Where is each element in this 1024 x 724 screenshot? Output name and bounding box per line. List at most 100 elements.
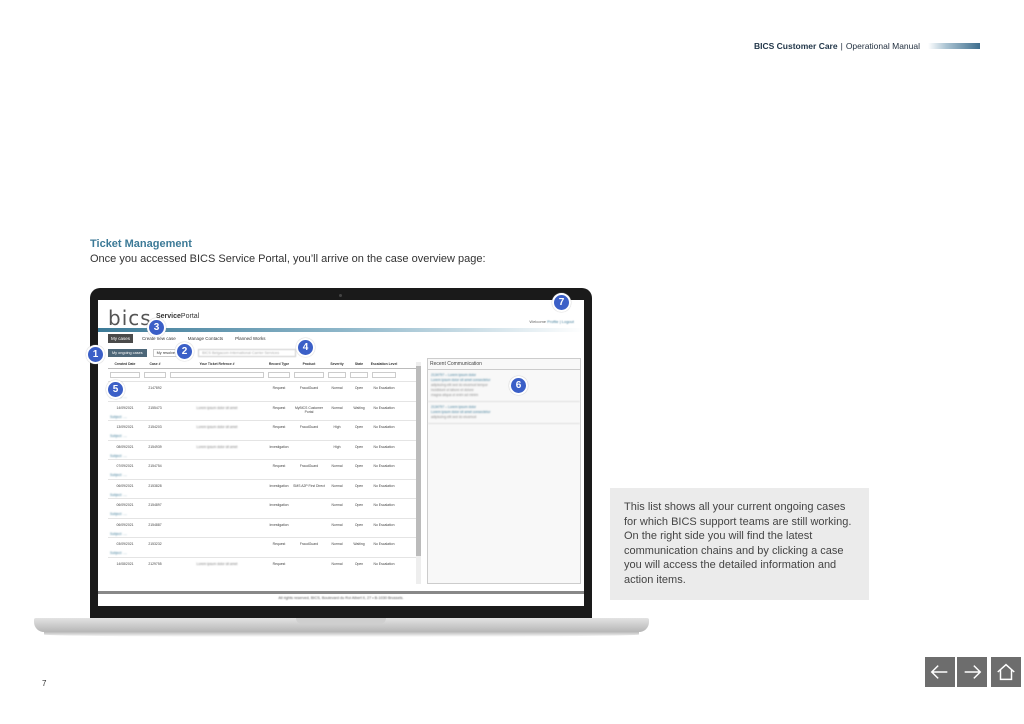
col-case-number[interactable]: Case #	[142, 362, 168, 366]
filter-input[interactable]	[372, 372, 396, 378]
cell-sev: Normal	[331, 542, 343, 546]
nav-planned-works[interactable]: Planned Works	[232, 334, 268, 343]
table-row[interactable]: 03/09/2021 2153232 Request FraudGuard Normal…	[108, 537, 418, 557]
nav-my-cases[interactable]: My cases	[108, 334, 134, 343]
recent-item[interactable]: 2134797 – Lorem ipsum dolor Lorem ipsum d…	[428, 370, 580, 402]
cell-esc: No Escalation	[373, 386, 395, 390]
cell-type: Request	[272, 425, 286, 429]
table-row[interactable]: 08/09/2021 2154939 Lorem ipsum dolor sit a…	[108, 439, 418, 460]
nav-manage-contacts[interactable]: Manage Contacts	[185, 334, 226, 343]
cell-state: Open	[354, 425, 364, 429]
camera-dot	[339, 294, 342, 297]
filter-input[interactable]	[328, 372, 346, 378]
service-portal-label: ServicePortal	[156, 313, 199, 320]
col-state[interactable]: State	[348, 362, 370, 366]
row-subject-link[interactable]: Subject: ....	[110, 415, 127, 419]
cell-type: Investigation	[269, 522, 289, 527]
bics-logo: bics	[108, 306, 152, 330]
cell-esc: No Escalation	[373, 444, 395, 449]
cell-type: Request	[272, 405, 286, 410]
account-select[interactable]: BICS Belgacom International Carrier Serv…	[198, 349, 297, 357]
col-ticket-ref[interactable]: Your Ticket Refence #	[168, 362, 266, 366]
cell-type: Request	[272, 386, 286, 390]
col-record-type[interactable]: Record Type	[266, 362, 292, 366]
callout-badge-6: 6	[509, 376, 528, 395]
table-header: Created Date Case # Your Ticket Refence …	[108, 362, 418, 369]
cell-product: FraudGuard	[299, 542, 319, 546]
table-row[interactable]: 06/09/2021 2153828 Investigation SMS A2P Fi…	[108, 478, 418, 499]
table-row[interactable]: 14/09/2021 2155473 Lorem ipsum dolor sit a…	[108, 400, 418, 421]
row-subject-link[interactable]: Subject: ....	[110, 473, 127, 477]
table-scrollbar[interactable]	[416, 362, 421, 584]
row-subject-link[interactable]: Subject: ....	[110, 493, 127, 497]
cell-state: Open	[354, 483, 364, 488]
filter-input[interactable]	[350, 372, 368, 378]
col-escalation[interactable]: Escalation Level	[370, 362, 398, 366]
table-row[interactable]: 07/09/2021 2154754 Request FraudGuard Normal…	[108, 459, 418, 479]
row-subject-link[interactable]: Subject: ....	[110, 532, 127, 536]
recent-item[interactable]: 2134797 – Lorem ipsum dolor Lorem ipsum d…	[428, 402, 580, 424]
col-created-date[interactable]: Created Date	[108, 362, 142, 366]
explanation-note: This list shows all your current ongoing…	[610, 488, 869, 600]
filter-input[interactable]	[144, 372, 166, 378]
cell-type: Investigation	[269, 483, 289, 488]
table-row[interactable]: 2147892 Request FraudGuard Normal Open No Esc…	[108, 381, 418, 401]
col-product[interactable]: Product	[292, 362, 326, 366]
cell-state: Waiting	[353, 405, 365, 410]
cell-esc: No Escalation	[373, 522, 395, 527]
next-page-button[interactable]	[957, 657, 987, 687]
tab-ongoing-cases[interactable]: My ongoing cases	[108, 349, 147, 357]
page: BICS Customer Care | Operational Manual …	[0, 0, 1024, 724]
arrow-left-icon	[930, 665, 948, 679]
table-filters	[108, 372, 418, 378]
cell-state: Open	[354, 561, 364, 566]
table-row[interactable]: 06/09/2021 2154897 Investigation Normal Open…	[108, 498, 418, 518]
page-number: 7	[42, 679, 47, 688]
filter-input[interactable]	[268, 372, 290, 378]
cell-esc: No Escalation	[373, 503, 395, 507]
header-brand: BICS Customer Care	[753, 41, 838, 51]
cases-table: Created Date Case # Your Ticket Refence …	[108, 362, 418, 584]
cell-sev: Normal	[331, 386, 343, 390]
prev-page-button[interactable]	[925, 657, 955, 687]
cell-ref: Lorem ipsum dolor sit amet	[196, 405, 238, 410]
cell-product	[292, 562, 326, 577]
cell-product: FraudGuard	[299, 386, 319, 390]
cell-ref	[168, 523, 266, 538]
cell-state: Open	[354, 386, 364, 390]
recent-item-line: magna aliqua ut enim ad minim	[431, 393, 479, 397]
portal-screen: bics ServicePortal Welcome Profile | Log…	[98, 300, 584, 606]
home-icon	[997, 663, 1015, 681]
cell-case: 2129755	[148, 561, 162, 566]
welcome-prefix: Welcome	[529, 319, 547, 324]
home-button[interactable]	[991, 657, 1021, 687]
cell-product	[292, 523, 326, 538]
filter-input[interactable]	[170, 372, 264, 378]
footer-text: All rights reserved, BICS, Boulevard du …	[278, 596, 404, 600]
cell-case: 2153232	[148, 542, 162, 546]
table-row[interactable]: 13/09/2021 2154203 Lorem ipsum dolor sit a…	[108, 420, 418, 440]
filter-input[interactable]	[294, 372, 324, 378]
table-row[interactable]: 14/08/2021 2129755 Lorem ipsum dolor sit a…	[108, 556, 418, 577]
cell-product	[292, 503, 326, 518]
cell-case: 2153828	[148, 483, 162, 488]
cell-case: 2154939	[148, 444, 162, 449]
cell-sev: Normal	[331, 405, 343, 410]
row-subject-link[interactable]: Subject: ....	[110, 434, 127, 438]
welcome-links[interactable]: Profile | Logout	[547, 319, 574, 324]
row-subject-link[interactable]: Subject: ....	[110, 551, 127, 555]
cell-case: 2155473	[148, 405, 162, 410]
scroll-thumb[interactable]	[416, 366, 421, 556]
cell-type: Investigation	[269, 444, 289, 449]
cell-esc: No Escalation	[373, 483, 395, 488]
cell-ref: Lorem ipsum dolor sit amet	[196, 425, 238, 429]
col-severity[interactable]: Severity	[326, 362, 348, 366]
cell-esc: No Escalation	[373, 425, 395, 429]
row-subject-link[interactable]: Subject: ....	[110, 512, 127, 516]
cell-esc: No Escalation	[373, 405, 395, 410]
table-row[interactable]: 06/09/2021 2154887 Investigation Normal Open…	[108, 517, 418, 538]
table-body: 2147892 Request FraudGuard Normal Open No Esc…	[108, 381, 418, 576]
welcome-text: Welcome Profile | Logout	[529, 319, 574, 324]
row-subject-link[interactable]: Subject: ....	[110, 454, 127, 458]
filter-input[interactable]	[110, 372, 140, 378]
